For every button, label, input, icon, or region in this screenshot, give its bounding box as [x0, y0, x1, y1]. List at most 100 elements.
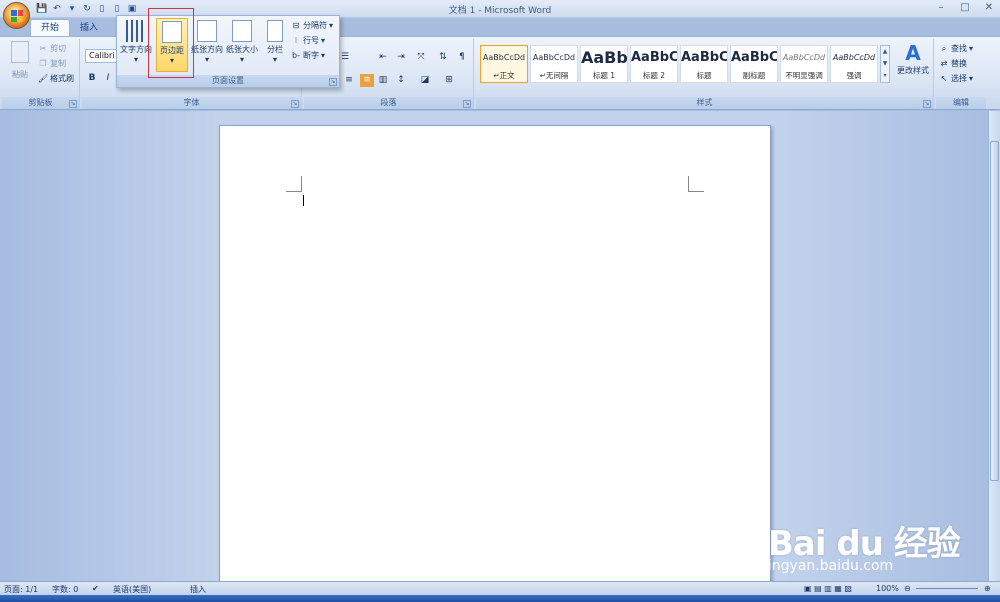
change-styles-button[interactable]: A 更改样式 — [893, 41, 933, 76]
columns-label: 分栏 — [267, 45, 283, 54]
font-group-label: 字体 — [82, 97, 301, 109]
zoom-slider[interactable] — [916, 588, 978, 589]
minimize-button[interactable]: – — [934, 2, 948, 14]
line-numbers-icon: ⁝ — [294, 35, 298, 45]
line-numbers-button[interactable]: ⁝ 行号 ▾ — [291, 35, 325, 46]
columns-button[interactable]: 分栏 ▾ — [263, 18, 287, 72]
italic-button[interactable]: I — [101, 72, 115, 85]
baidu-watermark: Bai du 经验 jingyan.baidu.com — [758, 486, 998, 581]
select-arrow-icon: ↖ — [940, 73, 948, 83]
insert-mode[interactable]: 插入 — [190, 584, 206, 595]
style-preview: AaBbC — [731, 50, 777, 65]
chevron-down-icon: ▾ — [969, 44, 974, 53]
office-logo-icon — [11, 10, 23, 22]
style-no-spacing[interactable]: AaBbCcDd ↵无间隔 — [530, 45, 578, 83]
view-buttons[interactable]: ▣ ▤ ▥ ▦ ▧ — [804, 584, 852, 593]
crop-mark-top-left — [286, 176, 302, 192]
distributed-button[interactable]: ≡ — [360, 74, 374, 87]
font-dialog-launcher[interactable]: ↘ — [291, 100, 299, 108]
window-controls: – □ ✕ — [934, 2, 996, 14]
zoom-out-icon[interactable]: ⊖ — [904, 584, 911, 593]
text-direction-icon — [126, 20, 146, 42]
watermark-url: jingyan.baidu.com — [764, 558, 894, 574]
increase-indent-button[interactable]: ⇥ — [394, 51, 408, 64]
zoom-in-icon[interactable]: ⊕ — [984, 584, 991, 593]
hyphenation-button[interactable]: b- 断字 ▾ — [291, 50, 325, 61]
replace-button[interactable]: ⇄ 替换 — [939, 58, 967, 69]
align-distributed-button[interactable]: ▥ — [376, 74, 390, 87]
maximize-button[interactable]: □ — [958, 2, 972, 14]
justify-button[interactable]: ≡ — [342, 74, 356, 87]
select-button[interactable]: ↖ 选择 ▾ — [939, 73, 973, 84]
borders-button[interactable]: ⊞ — [442, 74, 456, 87]
hyphenation-icon: b- — [292, 50, 300, 60]
multilevel-list-button[interactable]: ☰ — [338, 51, 352, 64]
change-styles-icon: A — [905, 41, 921, 65]
tab-home[interactable]: 开始 — [30, 19, 71, 36]
document-page[interactable] — [219, 125, 771, 585]
proofing-icon[interactable]: ✔ — [92, 584, 99, 593]
clipboard-group: 粘贴 ✂ 剪切 ❐ 复制 🖌 格式刷 剪贴板 ↘ — [2, 39, 80, 109]
office-button[interactable] — [3, 2, 30, 29]
style-title[interactable]: AaBbC 标题 — [680, 45, 728, 83]
styles-scroll-button[interactable]: ▲ ▼ ▾ — [880, 45, 890, 83]
breaks-label: 分隔符 — [303, 21, 327, 30]
highlight-frame — [148, 8, 194, 78]
styles-dialog-launcher[interactable]: ↘ — [923, 100, 931, 108]
find-label: 查找 — [951, 44, 967, 53]
style-preview: AaBbCcDd — [532, 53, 576, 62]
style-preview: AaBbCcDd — [832, 53, 876, 62]
select-label: 选择 — [951, 74, 967, 83]
cut-button[interactable]: ✂ 剪切 — [38, 43, 66, 54]
chevron-down-icon: ▾ — [329, 21, 334, 30]
chevron-down-icon: ▾ — [272, 55, 277, 64]
chinese-layout-button[interactable]: ⤧ — [414, 51, 428, 64]
style-preview: AaBbCcDd — [482, 53, 526, 62]
columns-icon — [267, 20, 283, 42]
line-spacing-button[interactable]: ↕ — [394, 74, 408, 87]
breaks-button[interactable]: ⊟ 分隔符 ▾ — [291, 20, 333, 31]
style-name: 强调 — [846, 71, 862, 80]
style-heading-2[interactable]: AaBbC 标题 2 — [630, 45, 678, 83]
hyphenation-label: 断字 — [303, 51, 319, 60]
copy-button[interactable]: ❐ 复制 — [38, 58, 66, 69]
language-indicator[interactable]: 英语(美国) — [113, 584, 151, 595]
bold-button[interactable]: B — [85, 72, 99, 85]
style-heading-1[interactable]: AaBb 标题 1 — [580, 45, 628, 83]
shading-button[interactable]: ◪ — [418, 74, 432, 87]
scrollbar-thumb[interactable] — [990, 141, 999, 481]
word-count[interactable]: 字数: 0 — [52, 584, 78, 595]
style-emphasis[interactable]: AaBbCcDd 强调 — [830, 45, 878, 83]
close-button[interactable]: ✕ — [982, 2, 996, 14]
style-name: ↵无间隔 — [539, 71, 569, 80]
sort-button[interactable]: ⇅ — [436, 51, 450, 64]
styles-group-label: 样式 — [476, 97, 933, 109]
clipboard-dialog-launcher[interactable]: ↘ — [69, 100, 77, 108]
page-count[interactable]: 页面: 1/1 — [4, 584, 38, 595]
size-button[interactable]: 纸张大小 ▾ — [225, 18, 259, 72]
tab-insert[interactable]: 插入 — [70, 20, 108, 36]
paste-button[interactable]: 粘贴 — [8, 41, 32, 80]
style-name: 标题 1 — [592, 71, 616, 80]
scissors-icon: ✂ — [39, 43, 47, 53]
size-label: 纸张大小 — [226, 45, 258, 54]
format-painter-button[interactable]: 🖌 格式刷 — [38, 73, 74, 84]
replace-label: 替换 — [951, 59, 967, 68]
style-subtle-emphasis[interactable]: AaBbCcDd 不明显强调 — [780, 45, 828, 83]
style-normal[interactable]: AaBbCcDd ↵正文 — [480, 45, 528, 83]
brush-icon: 🖌 — [38, 73, 49, 83]
style-preview: AaBb — [581, 48, 627, 67]
style-name: 标题 2 — [642, 71, 666, 80]
page-setup-dialog-launcher[interactable]: ↘ — [329, 78, 337, 86]
find-button[interactable]: ⌕ 查找 ▾ — [939, 43, 973, 54]
decrease-indent-button[interactable]: ⇤ — [376, 51, 390, 64]
style-name: 副标题 — [742, 71, 766, 80]
style-name: 标题 — [696, 71, 712, 80]
style-subtitle[interactable]: AaBbC 副标题 — [730, 45, 778, 83]
cut-label: 剪切 — [50, 44, 66, 53]
show-marks-button[interactable]: ¶ — [455, 51, 469, 64]
paste-icon — [11, 41, 29, 63]
zoom-level[interactable]: 100% — [876, 584, 899, 593]
orientation-button[interactable]: 纸张方向 ▾ — [190, 18, 224, 72]
paragraph-dialog-launcher[interactable]: ↘ — [463, 100, 471, 108]
